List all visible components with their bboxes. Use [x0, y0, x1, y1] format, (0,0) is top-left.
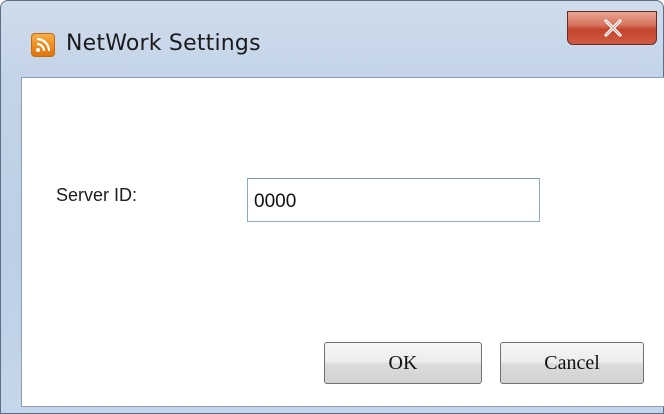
rss-feed-icon	[31, 33, 55, 57]
server-id-label: Server ID:	[56, 185, 138, 205]
cancel-button[interactable]: Cancel	[500, 342, 644, 384]
server-id-input[interactable]	[247, 178, 540, 222]
dialog-window: NetWork Settings Server ID: OK Cancel	[0, 0, 664, 414]
title-bar[interactable]: NetWork Settings	[1, 1, 664, 75]
ok-button[interactable]: OK	[324, 342, 482, 384]
dialog-content: Server ID: OK Cancel	[21, 77, 664, 407]
close-button[interactable]	[567, 11, 657, 45]
window-title: NetWork Settings	[66, 31, 261, 56]
close-icon	[604, 19, 622, 37]
